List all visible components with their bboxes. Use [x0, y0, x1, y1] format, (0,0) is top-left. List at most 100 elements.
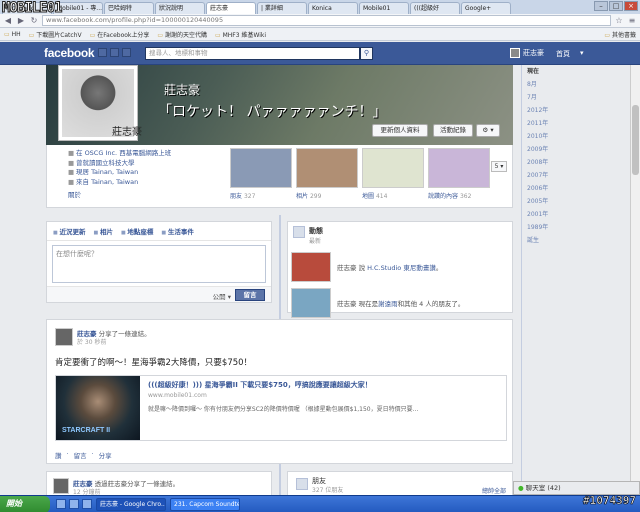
timeline-nav-item[interactable]: 2012年 — [522, 104, 551, 117]
link-title[interactable]: (((超級好康！))) 星海爭霸II 下載只要$750，哼搞說應要讓超級大家！ — [148, 380, 372, 390]
media-icon[interactable] — [82, 499, 92, 509]
bookmark-item[interactable]: HH — [4, 31, 21, 38]
browser-tab-active[interactable]: 莊志豪 — [206, 2, 256, 14]
timeline-nav-item[interactable]: 2008年 — [522, 156, 551, 169]
shared-link-card[interactable]: STARCRAFT II (((超級好康！))) 星海爭霸II 下載只要$750… — [55, 375, 507, 441]
post-timestamp[interactable]: 12 分鐘前 — [73, 487, 101, 495]
browser-tab[interactable]: Konica — [308, 2, 358, 14]
taskbar-item[interactable]: 231. Capcom Soundte... — [170, 497, 240, 511]
activity-link[interactable]: 謝遠雨 — [378, 300, 398, 308]
link-description: 就是嘛～降價到囉～ 你有付朋友們分享SC2的降價特價喔 （根據星動包展價$1,1… — [148, 406, 419, 413]
chat-bar[interactable]: 聊天室 (42) — [513, 481, 640, 495]
timeline-nav-item[interactable]: 7月 — [522, 91, 551, 104]
timeline-nav-item[interactable]: 誕生 — [522, 234, 551, 247]
timeline-nav-item[interactable]: 8月 — [522, 78, 551, 91]
like-link[interactable]: 讚 — [55, 450, 62, 460]
timeline-nav-item[interactable]: 2007年 — [522, 169, 551, 182]
scrollbar-thumb[interactable] — [632, 105, 639, 175]
start-button[interactable]: 開始 — [0, 495, 50, 512]
profile-name[interactable]: 莊志豪 — [112, 123, 142, 138]
browser-tab[interactable]: 狀況說明 — [155, 2, 205, 14]
user-profile-link[interactable]: 莊志豪 — [510, 48, 544, 58]
timeline-nav-item[interactable]: 2009年 — [522, 143, 551, 156]
comment-link[interactable]: 留言 — [74, 450, 87, 460]
browser-tab[interactable]: | 業詳細 — [257, 2, 307, 14]
update-info-button[interactable]: 更新個人資料 — [372, 124, 428, 137]
browser-tab[interactable]: Google+ — [461, 2, 511, 14]
facebook-logo[interactable]: facebook — [44, 46, 95, 60]
browser-tab[interactable]: Mobile01 — [359, 2, 409, 14]
minimize-icon[interactable]: – — [594, 1, 608, 11]
page-scrollbar[interactable] — [630, 65, 640, 495]
bookmark-item[interactable]: 在Facebook上分享 — [90, 30, 149, 39]
desktop-icon[interactable] — [69, 499, 79, 509]
status-input[interactable]: 在想什麼呢？ — [52, 245, 266, 283]
thumbnail-friends[interactable]: 朋友 327 — [230, 148, 292, 200]
timeline-nav-item[interactable]: 現在 — [522, 65, 551, 78]
ie-icon[interactable] — [56, 499, 66, 509]
more-thumbnails-button[interactable]: 5 ▾ — [491, 161, 507, 172]
thumbnail-likes[interactable]: 說讚的內容 362 — [428, 148, 490, 200]
timeline-page: 莊志豪 「ロケット！ パァァァァァンチ！」 莊志豪 更新個人資料 活動紀錄 ⚙ … — [0, 65, 640, 495]
composer-tabs: 近況更新 相片 地點座標 生活事件 — [47, 222, 271, 241]
link-url: www.mobile01.com — [148, 392, 207, 399]
friend-requests-icon[interactable] — [98, 48, 107, 57]
share-link[interactable]: 分享 — [99, 450, 112, 460]
tab-status[interactable]: 近況更新 — [53, 226, 85, 236]
star-icon[interactable]: ☆ — [614, 16, 624, 25]
facebook-top-bar: facebook 搜尋人、地標和事物 ⚲ 莊志豪 首頁 ▾ — [0, 42, 640, 65]
timeline-nav-item[interactable]: 2011年 — [522, 117, 551, 130]
friends-icon — [296, 478, 308, 490]
account-menu-icon[interactable]: ▾ — [580, 49, 584, 57]
tab-life-event[interactable]: 生活事件 — [161, 226, 194, 236]
school-icon: ■ — [68, 158, 75, 167]
tab-photo[interactable]: 相片 — [93, 226, 113, 236]
other-bookmarks[interactable]: 其他書籤 — [604, 30, 636, 39]
thumbnail-map[interactable]: 地圖 414 — [362, 148, 424, 200]
info-item: ■ 在 OSCG Inc. 西基電腦網路上班 — [68, 149, 172, 157]
about-link[interactable]: 關於 — [68, 189, 81, 199]
activity-log-button[interactable]: 活動紀錄 — [433, 124, 473, 137]
activity-link[interactable]: H.C.Studio 東尼動畫讚 — [367, 264, 436, 272]
settings-button[interactable]: ⚙ ▾ — [476, 124, 500, 137]
search-icon[interactable]: ⚲ — [360, 47, 373, 60]
reload-icon[interactable]: ↻ — [29, 16, 39, 25]
activity-thumbnail[interactable] — [291, 288, 331, 318]
cover-name-text: 莊志豪 — [164, 83, 201, 97]
activity-thumbnail[interactable] — [291, 252, 331, 282]
browser-tab[interactable]: 巴哈姆特 — [104, 2, 154, 14]
timeline-nav-item[interactable]: 2010年 — [522, 130, 551, 143]
timeline-nav-item[interactable]: 2001年 — [522, 208, 551, 221]
activity-item[interactable]: 莊志豪 說 H.C.Studio 東尼動畫讚。 — [288, 249, 512, 285]
browser-tab[interactable]: (((超級好 — [410, 2, 460, 14]
timeline-nav-item[interactable]: 2005年 — [522, 195, 551, 208]
taskbar-item[interactable]: 莊志豪 - Google Chro... — [96, 497, 166, 511]
post-timestamp[interactable]: 於 30 秒前 — [77, 337, 106, 346]
timeline-nav-item[interactable]: 1989年 — [522, 221, 551, 234]
activity-item[interactable]: 莊志豪 現在是謝遠雨和其他 4 人的朋友了。 — [288, 285, 512, 321]
forward-icon[interactable]: ▶ — [16, 16, 26, 25]
link-thumbnail[interactable]: STARCRAFT II — [56, 376, 140, 440]
notifications-icon[interactable] — [122, 48, 131, 57]
bookmark-item[interactable]: MHF3 維基Wiki — [215, 30, 266, 39]
timeline-nav-item[interactable]: 2006年 — [522, 182, 551, 195]
privacy-selector[interactable]: 公開 ▾ — [213, 291, 231, 301]
avatar[interactable] — [55, 328, 73, 346]
avatar[interactable] — [53, 478, 69, 494]
back-icon[interactable]: ◀ — [3, 16, 13, 25]
post-button[interactable]: 留言 — [235, 289, 265, 301]
search-input[interactable]: 搜尋人、地標和事物 — [145, 47, 360, 60]
messages-icon[interactable] — [110, 48, 119, 57]
see-all-friends-link[interactable]: 總帥全部 — [482, 486, 506, 495]
bookmark-item[interactable]: 下載圖片CatchV — [29, 30, 81, 39]
url-input[interactable]: www.facebook.com/profile.php?id=10000012… — [42, 15, 611, 26]
maximize-icon[interactable]: □ — [609, 1, 623, 11]
close-icon[interactable]: × — [624, 1, 638, 11]
thumbnail-photos[interactable]: 相片 299 — [296, 148, 358, 200]
browser-tab-bar: facebook Mobile01 - 專... 巴哈姆特 狀況說明 莊志豪 |… — [0, 0, 640, 14]
home-link[interactable]: 首頁 — [556, 49, 570, 59]
tab-place[interactable]: 地點座標 — [121, 226, 153, 236]
timeline-post: 莊志豪 透過莊志豪分享了一條連結。 12 分鐘前 — [46, 471, 272, 495]
bookmark-item[interactable]: 謝謝的天空代購 — [157, 30, 207, 39]
wrench-icon[interactable]: ≡ — [627, 16, 637, 25]
